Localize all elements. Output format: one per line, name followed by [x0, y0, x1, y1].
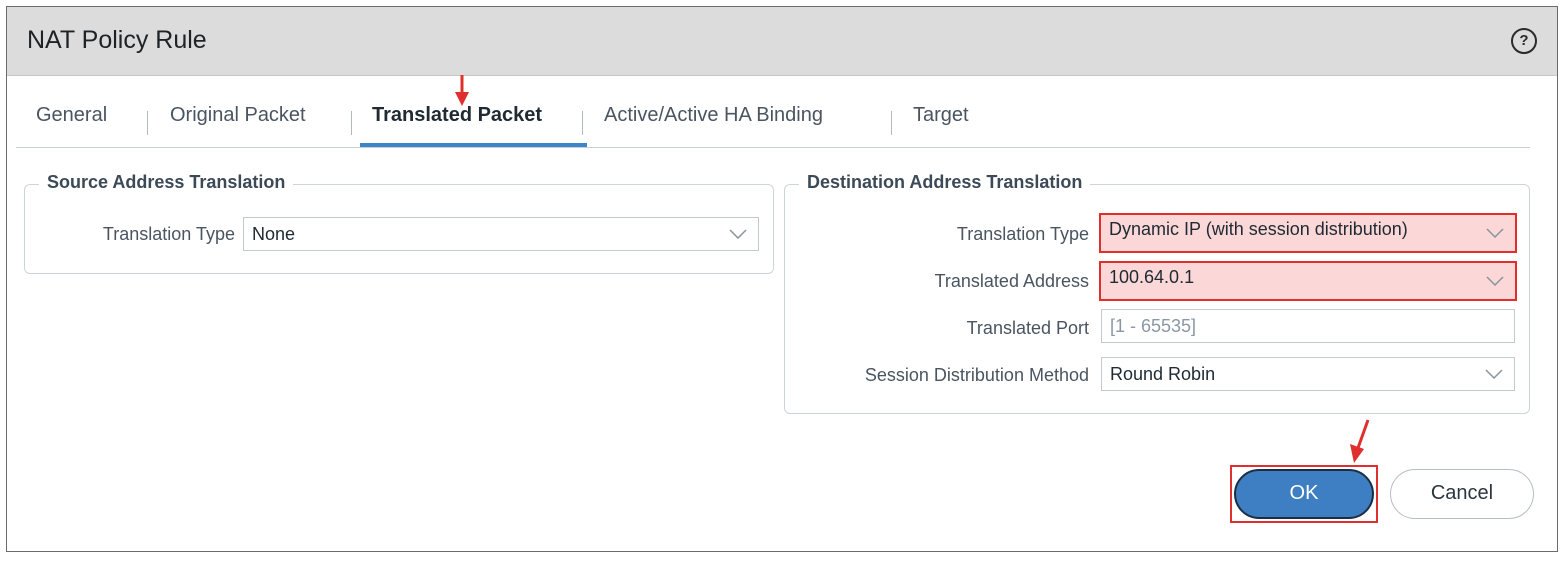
- ok-button[interactable]: OK: [1234, 469, 1374, 519]
- cancel-button[interactable]: Cancel: [1390, 469, 1534, 519]
- session-distribution-method-select[interactable]: Round Robin: [1101, 357, 1515, 391]
- red-arrow-icon: [1350, 419, 1370, 463]
- session-distribution-method-value: Round Robin: [1110, 364, 1216, 384]
- chevron-down-icon[interactable]: [1475, 215, 1515, 251]
- translated-port-label: Translated Port: [966, 318, 1089, 338]
- destination-translation-type-value: Dynamic IP (with session distribution): [1109, 219, 1408, 239]
- tab-target[interactable]: Target: [913, 104, 969, 127]
- source-address-translation-group: Source Address Translation Translation T…: [24, 172, 774, 274]
- tab-divider: [147, 111, 148, 135]
- chevron-down-icon[interactable]: [718, 218, 758, 250]
- destination-translation-legend: Destination Address Translation: [799, 172, 1091, 193]
- session-distribution-method-label: Session Distribution Method: [864, 365, 1089, 385]
- translated-address-value: 100.64.0.1: [1109, 267, 1195, 287]
- red-arrow-icon: [455, 75, 469, 106]
- source-translation-type-select[interactable]: None: [243, 217, 759, 251]
- tab-bar: General Original Packet Translated Packe…: [16, 95, 1530, 148]
- dialog-title: NAT Policy Rule: [27, 26, 207, 54]
- tab-original-packet[interactable]: Original Packet: [170, 104, 306, 127]
- tab-divider: [582, 111, 583, 135]
- tab-general[interactable]: General: [36, 104, 107, 127]
- chevron-down-icon[interactable]: [1475, 263, 1515, 299]
- translated-address-label: Translated Address: [934, 271, 1089, 291]
- source-translation-type-label: Translation Type: [102, 224, 235, 244]
- source-translation-legend: Source Address Translation: [39, 172, 294, 193]
- translated-port-placeholder: [1 - 65535]: [1110, 316, 1197, 336]
- tab-divider: [351, 111, 352, 135]
- destination-translation-type-select[interactable]: Dynamic IP (with session distribution): [1099, 213, 1517, 253]
- translated-port-input[interactable]: [1 - 65535]: [1101, 309, 1515, 343]
- chevron-down-icon[interactable]: [1474, 358, 1514, 390]
- translated-address-select[interactable]: 100.64.0.1: [1099, 261, 1517, 301]
- destination-translation-type-label: Translation Type: [956, 224, 1089, 244]
- destination-address-translation-group: Destination Address Translation Translat…: [784, 172, 1530, 414]
- tab-divider: [891, 111, 892, 135]
- dialog-title-bar: NAT Policy Rule ?: [7, 7, 1557, 76]
- active-tab-indicator: [360, 143, 587, 147]
- tab-active-active-ha-binding[interactable]: Active/Active HA Binding: [604, 104, 823, 127]
- source-translation-type-value: None: [252, 224, 296, 244]
- help-icon[interactable]: ?: [1511, 28, 1537, 54]
